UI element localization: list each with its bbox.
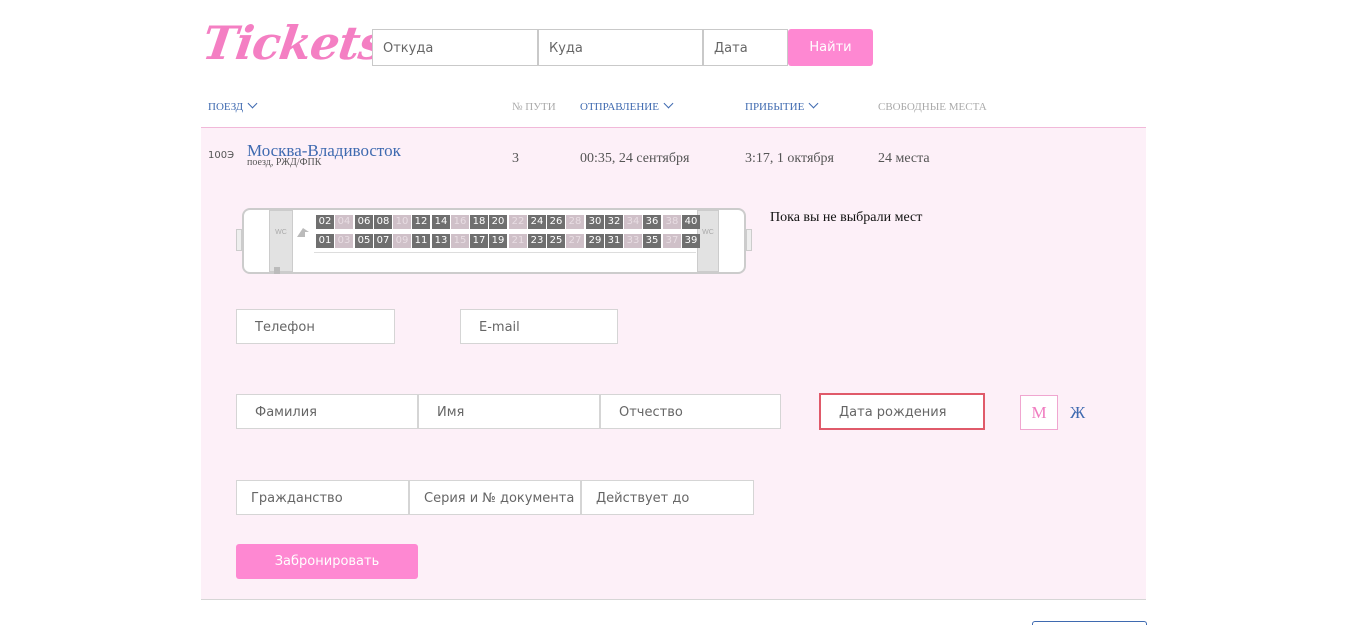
next-item-partial [1032,621,1147,625]
seat-25[interactable]: 25 [547,234,565,248]
car-corridor [314,252,696,272]
seat-05[interactable]: 05 [355,234,373,248]
column-free-seats: СВОБОДНЫЕ МЕСТА [878,101,987,113]
seat-30[interactable]: 30 [586,215,604,229]
conductor-icon [296,225,310,237]
seat-32[interactable]: 32 [605,215,623,229]
patronymic-field[interactable]: Отчество [600,394,781,429]
train-number: 100Э [208,150,235,161]
document-number-field[interactable]: Серия и № документа [409,480,581,515]
seat-28: 28 [566,215,584,229]
book-button[interactable]: Забронировать [236,544,418,579]
seat-35[interactable]: 35 [643,234,661,248]
seat-37: 37 [663,234,681,248]
train-subtitle: поезд, РЖД/ФПК [247,157,322,168]
departure-time: 00:35, 24 сентября [580,151,690,166]
seat-14[interactable]: 14 [432,215,450,229]
seat-12[interactable]: 12 [412,215,430,229]
free-seats-count: 24 места [878,151,930,166]
seat-02[interactable]: 02 [316,215,334,229]
seat-23[interactable]: 23 [528,234,546,248]
column-arrival-label: ПРИБЫТИЕ [745,101,805,113]
seat-22: 22 [509,215,527,229]
surname-field[interactable]: Фамилия [236,394,418,429]
column-track: № ПУТИ [512,101,556,113]
car-coupler-right [746,229,752,251]
column-train-label: ПОЕЗД [208,101,244,113]
find-button[interactable]: Найти [788,29,873,66]
seat-18[interactable]: 18 [470,215,488,229]
seat-13[interactable]: 13 [432,234,450,248]
seat-09: 09 [393,234,411,248]
column-departure[interactable]: ОТПРАВЛЕНИЕ [580,98,674,113]
column-train[interactable]: ПОЕЗД [208,98,258,113]
email-field[interactable]: E-mail [460,309,618,344]
seat-08[interactable]: 08 [374,215,392,229]
seat-06[interactable]: 06 [355,215,373,229]
seat-27: 27 [566,234,584,248]
column-arrival[interactable]: ПРИБЫТИЕ [745,98,819,113]
seat-16: 16 [451,215,469,229]
seat-17[interactable]: 17 [470,234,488,248]
seat-39[interactable]: 39 [682,234,700,248]
seat-26[interactable]: 26 [547,215,565,229]
birthdate-field[interactable]: Дата рождения [819,393,985,430]
phone-field[interactable]: Телефон [236,309,395,344]
to-input[interactable]: Куда [538,29,703,66]
seat-07[interactable]: 07 [374,234,392,248]
seat-40[interactable]: 40 [682,215,700,229]
arrival-time: 3:17, 1 октября [745,151,834,166]
first-name-field[interactable]: Имя [418,394,600,429]
seat-04: 04 [335,215,353,229]
wc-left-label: WC [275,229,287,236]
citizenship-field[interactable]: Гражданство [236,480,409,515]
seat-31[interactable]: 31 [605,234,623,248]
seat-03: 03 [335,234,353,248]
seat-36[interactable]: 36 [643,215,661,229]
valid-until-field[interactable]: Действует до [581,480,754,515]
chevron-down-icon [663,98,674,109]
seat-29[interactable]: 29 [586,234,604,248]
seat-15: 15 [451,234,469,248]
seat-01[interactable]: 01 [316,234,334,248]
seat-34: 34 [624,215,642,229]
seat-19[interactable]: 19 [489,234,507,248]
seat-20[interactable]: 20 [489,215,507,229]
from-input[interactable]: Откуда [372,29,538,66]
seat-33: 33 [624,234,642,248]
seat-24[interactable]: 24 [528,215,546,229]
column-departure-label: ОТПРАВЛЕНИЕ [580,101,659,113]
date-input[interactable]: Дата [703,29,788,66]
gender-male-button[interactable]: М [1020,395,1058,430]
wc-right: WC [697,210,719,272]
seat-21: 21 [509,234,527,248]
seat-10: 10 [393,215,411,229]
boiler-icon [272,262,282,274]
seat-11[interactable]: 11 [412,234,430,248]
train-panel [201,127,1146,600]
track-number: 3 [512,151,519,166]
gender-female-button[interactable]: Ж [1070,403,1085,423]
tickets-logo[interactable]: Tickets [199,16,388,70]
seat-selection-status: Пока вы не выбрали мест [770,210,923,225]
chevron-down-icon [247,98,258,109]
wc-right-label: WC [702,229,714,236]
chevron-down-icon [808,98,819,109]
seat-38: 38 [663,215,681,229]
